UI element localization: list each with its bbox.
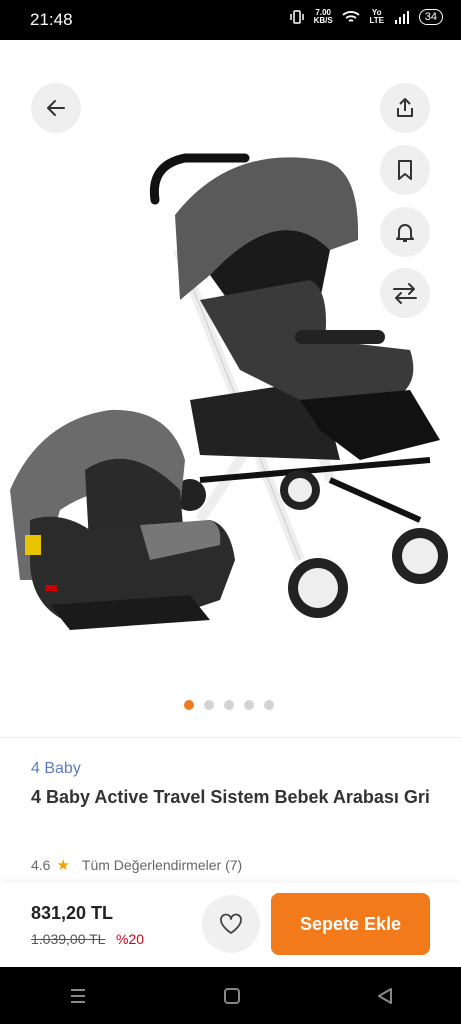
gallery-dot[interactable]: [204, 700, 214, 710]
rating-value: 4.6: [31, 857, 51, 873]
status-bar: 21:48 7.00 KB/S Yo LTE 34: [0, 0, 461, 40]
favorite-button[interactable]: [202, 895, 260, 953]
status-icons: 7.00 KB/S Yo LTE 34: [289, 9, 443, 25]
vibrate-icon: [289, 10, 304, 24]
brand-link[interactable]: 4 Baby: [31, 760, 81, 778]
reviews-link[interactable]: Tüm Değerlendirmeler (7): [82, 857, 242, 873]
product-title: 4 Baby Active Travel Sistem Bebek Arabas…: [31, 787, 430, 807]
product-gallery[interactable]: [0, 40, 461, 735]
gallery-dot[interactable]: [224, 700, 234, 710]
compare-button[interactable]: [380, 268, 430, 318]
bookmark-icon: [398, 160, 412, 180]
product-image: [10, 153, 448, 630]
gallery-dot[interactable]: [184, 700, 194, 710]
share-button[interactable]: [380, 83, 430, 133]
menu-icon[interactable]: [68, 987, 88, 1005]
gallery-dot[interactable]: [264, 700, 274, 710]
current-price: 831,20 TL: [31, 903, 114, 923]
rating-row[interactable]: 4.6 ★ Tüm Değerlendirmeler (7): [31, 856, 242, 874]
gallery-dot[interactable]: [244, 700, 254, 710]
speed-unit: KB/S: [313, 16, 333, 25]
signal-icon: [394, 11, 409, 24]
bell-icon: [396, 224, 414, 242]
network-speed: 7.00 KB/S: [314, 9, 333, 25]
share-icon: [397, 98, 413, 117]
wifi-icon: [342, 11, 360, 22]
home-icon[interactable]: [223, 987, 241, 1005]
network-type: Yo LTE: [369, 8, 384, 25]
battery-indicator: 34: [418, 9, 443, 25]
price-alert-button[interactable]: [380, 207, 430, 257]
arrow-left-icon: [47, 100, 65, 116]
back-button[interactable]: [31, 83, 81, 133]
gallery-pagination: [184, 700, 274, 710]
heart-icon: [220, 913, 242, 934]
system-nav-bar: [0, 967, 461, 1024]
divider: [0, 737, 461, 738]
compare-arrows-icon: [393, 283, 417, 304]
purchase-bar: 831,20 TL 1.039,00 TL %20 Sepete Ekle: [0, 883, 461, 967]
add-to-cart-button[interactable]: Sepete Ekle: [271, 893, 430, 955]
discount-badge: %20: [116, 931, 145, 947]
status-time: 21:48: [30, 10, 73, 29]
star-icon: ★: [56, 857, 70, 874]
back-nav-icon[interactable]: [376, 987, 394, 1005]
old-price: 1.039,00 TL: [31, 931, 106, 947]
save-collection-button[interactable]: [380, 145, 430, 195]
